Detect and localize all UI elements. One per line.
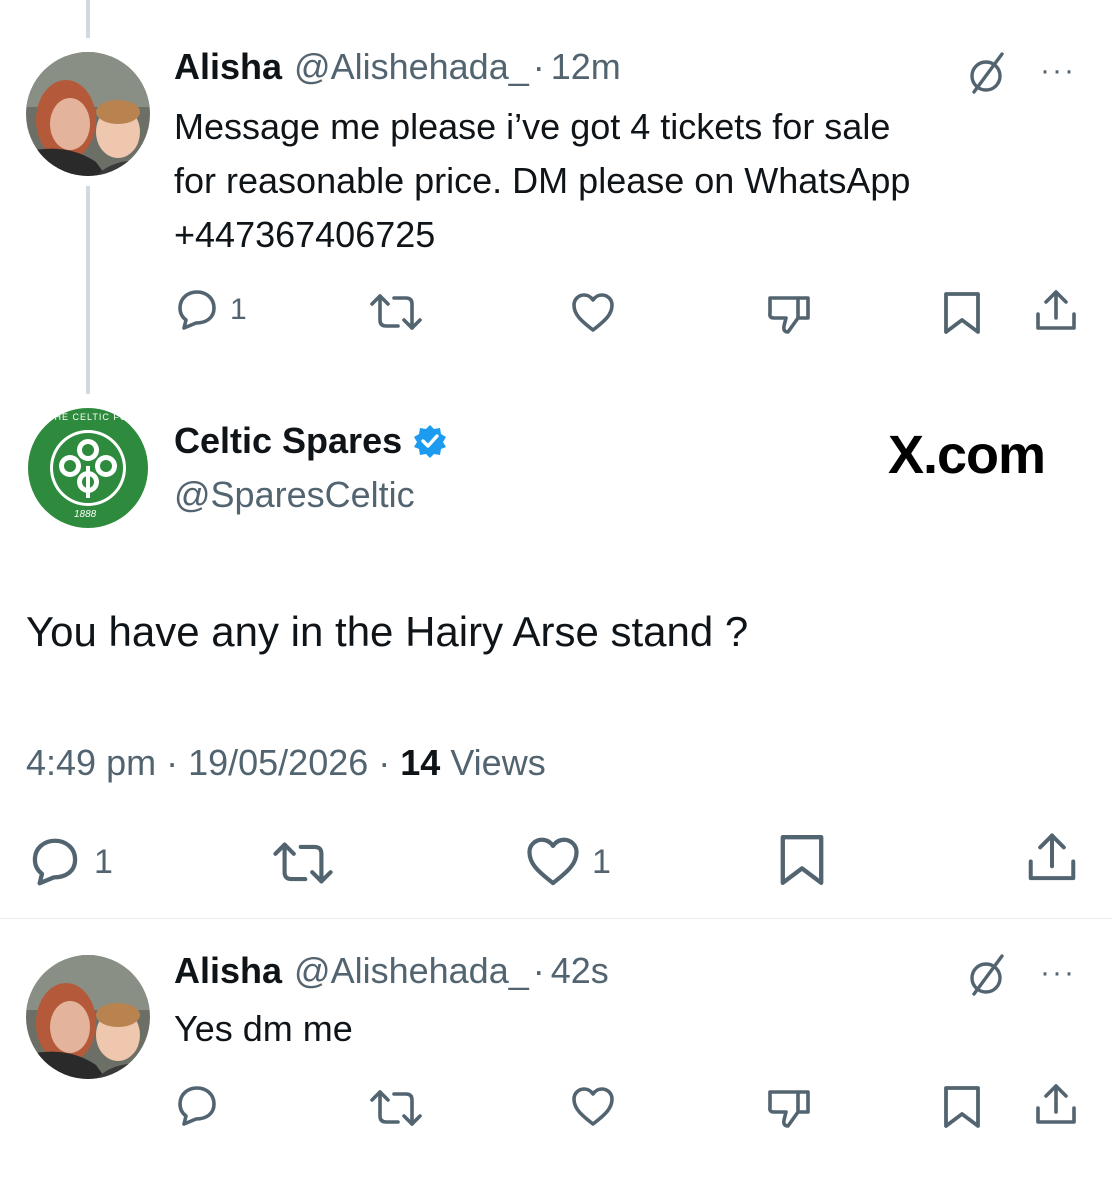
share-button[interactable] [1034, 288, 1078, 334]
share-icon [1034, 1082, 1078, 1128]
thumbs-down-icon [766, 292, 812, 336]
retweet-button[interactable] [270, 840, 336, 886]
separator-dot: · [378, 742, 391, 783]
reply-button[interactable]: 1 [174, 288, 247, 332]
thread-line [86, 186, 90, 394]
thread-line-top [86, 0, 90, 38]
thumbs-down-icon [766, 1086, 812, 1130]
main-tweet-header: Celtic Spares [174, 420, 448, 462]
main-tweet-text: You have any in the Hairy Arse stand ? [26, 608, 749, 655]
bookmark-button[interactable] [778, 832, 826, 888]
author-handle[interactable]: @SparesCeltic [174, 474, 415, 516]
heart-icon [570, 1086, 616, 1128]
verified-badge-icon [412, 423, 448, 459]
more-options-icon[interactable]: ··· [1040, 956, 1076, 990]
heart-icon [524, 836, 582, 888]
tweet-text: Message me please i’ve got 4 tickets for… [174, 100, 1094, 262]
author-name[interactable]: Alisha [174, 46, 282, 88]
like-button[interactable] [570, 1086, 616, 1128]
bookmark-icon [778, 832, 826, 888]
reply-icon [174, 1084, 220, 1128]
avatar[interactable] [26, 52, 150, 176]
like-count: 1 [592, 842, 611, 881]
tweet-text-line: +447367406725 [174, 214, 436, 255]
timestamp[interactable]: 42s [551, 950, 609, 992]
bookmark-icon [942, 1084, 982, 1130]
share-button[interactable] [1034, 1082, 1078, 1128]
retweet-icon [368, 1088, 424, 1128]
bookmark-button[interactable] [942, 1084, 982, 1130]
logo-year: 1888 [74, 509, 97, 520]
author-handle[interactable]: @Alishehada_ [294, 46, 529, 88]
share-icon [1034, 288, 1078, 334]
reply-button[interactable] [174, 1084, 220, 1128]
tweet-meta: 4:49 pm · 19/05/2026 · 14 Views [26, 742, 546, 784]
x-com-watermark: X.com [888, 425, 1046, 485]
reply-icon [174, 288, 220, 332]
like-button[interactable]: 1 [524, 836, 611, 888]
more-options-icon[interactable]: ··· [1040, 54, 1076, 88]
retweet-icon [270, 840, 336, 886]
retweet-icon [368, 292, 424, 332]
share-icon [1026, 830, 1078, 886]
reply-count: 1 [94, 842, 113, 881]
tweet-time[interactable]: 4:49 pm [26, 742, 156, 784]
bookmark-icon [942, 290, 982, 336]
grok-icon[interactable] [962, 952, 1010, 1000]
separator-dot: · [532, 950, 545, 991]
tweet-text-line: Message me please i’ve got 4 tickets for… [174, 106, 891, 147]
heart-icon [570, 292, 616, 334]
separator-dot: · [166, 742, 179, 783]
divider [0, 918, 1112, 919]
bookmark-button[interactable] [942, 290, 982, 336]
share-button[interactable] [1026, 830, 1078, 886]
tweet-date[interactable]: 19/05/2026 [188, 742, 368, 784]
author-name[interactable]: Celtic Spares [174, 420, 402, 462]
dislike-button[interactable] [766, 292, 812, 336]
reply-button[interactable]: 1 [26, 836, 113, 888]
retweet-button[interactable] [368, 1088, 424, 1128]
like-button[interactable] [570, 292, 616, 334]
author-handle[interactable]: @Alishehada_ [294, 950, 529, 992]
timestamp[interactable]: 12m [551, 46, 621, 88]
tweet-text: Yes dm me [174, 1008, 353, 1049]
reply-count: 1 [230, 293, 247, 326]
author-name[interactable]: Alisha [174, 950, 282, 992]
retweet-button[interactable] [368, 292, 424, 332]
views-count: 14 [400, 742, 441, 783]
dislike-button[interactable] [766, 1086, 812, 1130]
tweet-text-line: for reasonable price. DM please on Whats… [174, 160, 911, 201]
reply-icon [26, 836, 84, 888]
tweet-header: Alisha @Alishehada_ · 42s [174, 950, 609, 992]
separator-dot: · [532, 46, 545, 87]
avatar[interactable] [26, 955, 150, 1079]
grok-icon[interactable] [962, 50, 1010, 98]
views-label: Views [450, 742, 546, 783]
tweet-header: Alisha @Alishehada_ · 12m [174, 46, 621, 88]
